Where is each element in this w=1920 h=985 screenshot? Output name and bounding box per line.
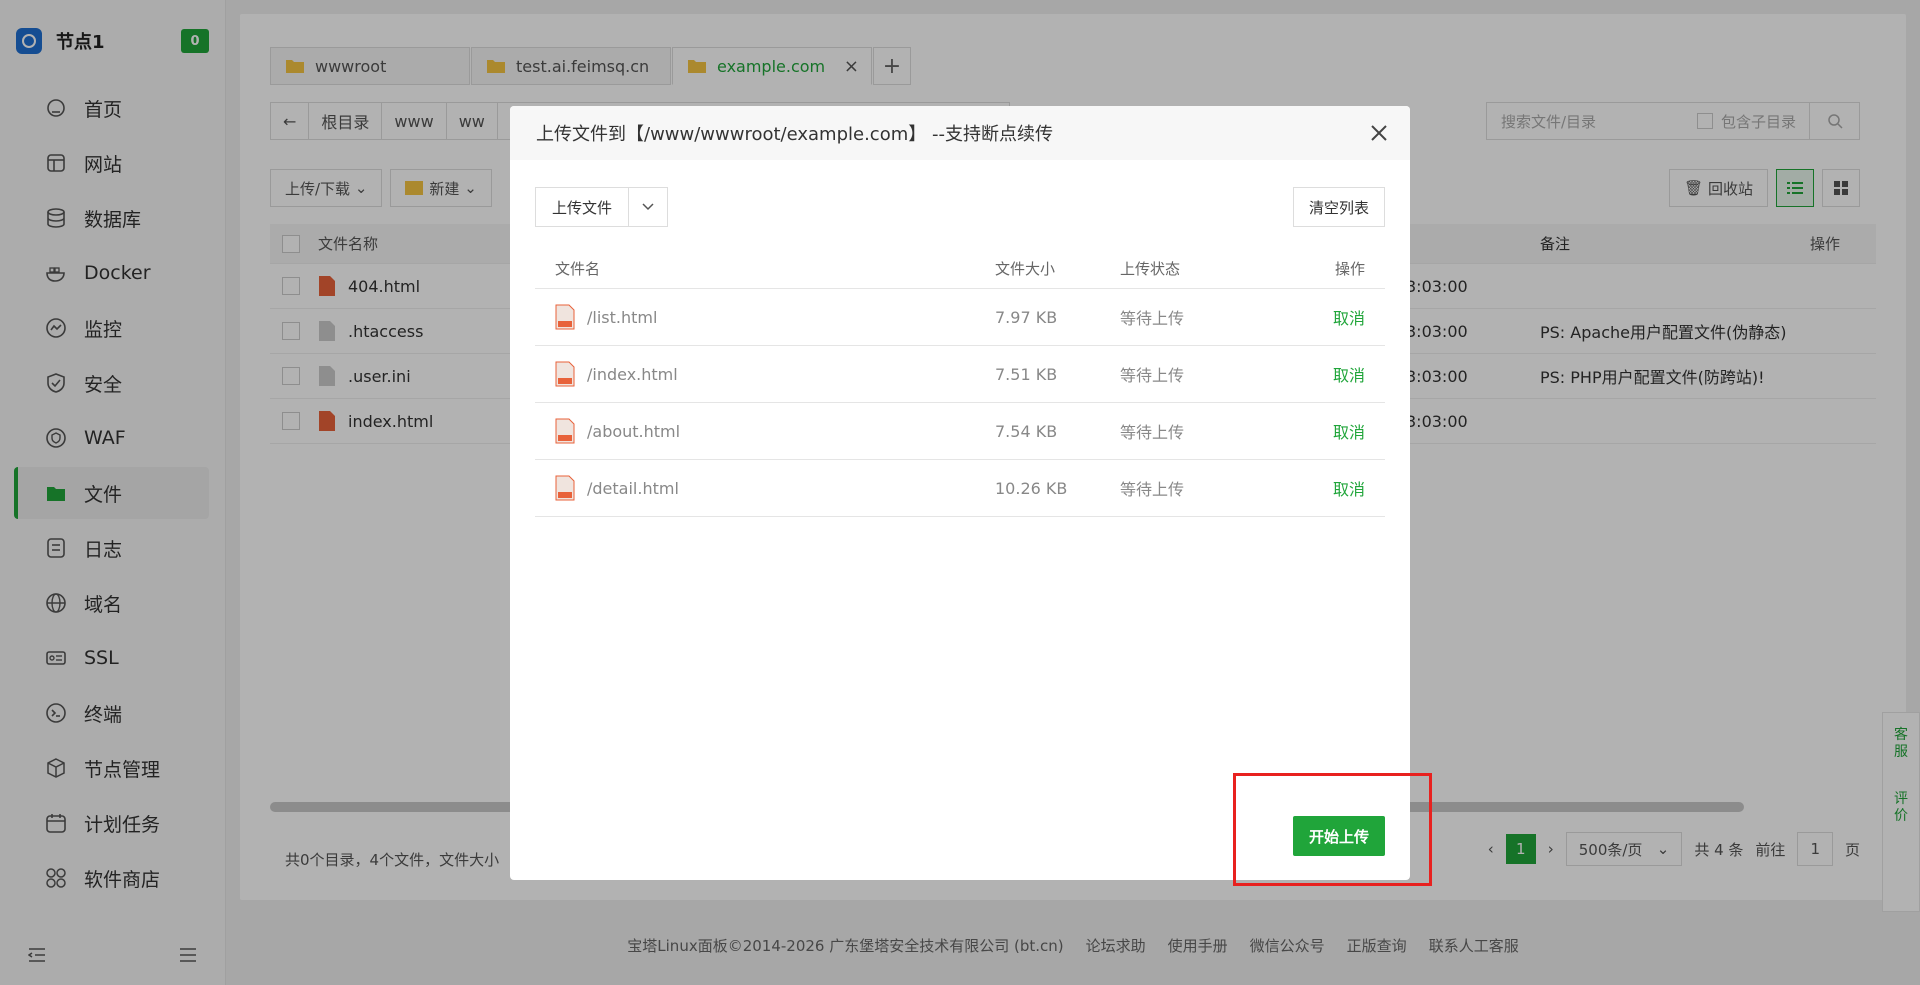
upload-table: 文件名 文件大小 上传状态 操作 /list.html 7.97 KB 等待上传… <box>535 248 1385 517</box>
upload-name-cell: /detail.html <box>535 475 995 501</box>
upload-table-header: 文件名 文件大小 上传状态 操作 <box>535 248 1385 289</box>
upload-file-name: /list.html <box>587 307 658 327</box>
chevron-down-icon <box>642 203 654 211</box>
html-file-icon <box>555 418 575 444</box>
col-upload-op: 操作 <box>1334 259 1365 278</box>
upload-name-cell: /index.html <box>535 361 995 387</box>
col-upload-name: 文件名 <box>555 259 601 278</box>
upload-file-size: 10.26 KB <box>995 478 1068 498</box>
upload-file-state: 等待上传 <box>1120 366 1185 385</box>
upload-dialog: 上传文件到【/www/wwwroot/example.com】 --支持断点续传… <box>510 106 1410 880</box>
upload-file-name: /about.html <box>587 421 681 441</box>
col-upload-state: 上传状态 <box>1120 259 1181 278</box>
upload-file-state: 等待上传 <box>1120 423 1185 442</box>
html-file-icon <box>555 361 575 387</box>
upload-file-size: 7.54 KB <box>995 421 1058 441</box>
upload-row: /index.html 7.51 KB 等待上传 取消 <box>535 346 1385 403</box>
cancel-upload-button[interactable]: 取消 <box>1280 362 1385 386</box>
html-file-icon <box>555 475 575 501</box>
highlight-box <box>1233 773 1432 886</box>
dialog-toolbar: 上传文件 清空列表 <box>535 187 1385 227</box>
dialog-header: 上传文件到【/www/wwwroot/example.com】 --支持断点续传 <box>510 106 1410 160</box>
upload-file-button[interactable]: 上传文件 <box>536 188 630 226</box>
upload-file-size: 7.51 KB <box>995 364 1058 384</box>
cancel-upload-button[interactable]: 取消 <box>1280 476 1385 500</box>
cancel-upload-button[interactable]: 取消 <box>1280 419 1385 443</box>
dialog-title: 上传文件到【/www/wwwroot/example.com】 --支持断点续传 <box>536 124 1053 145</box>
upload-file-state: 等待上传 <box>1120 309 1185 328</box>
upload-row: /list.html 7.97 KB 等待上传 取消 <box>535 289 1385 346</box>
upload-file-name: /index.html <box>587 364 678 384</box>
col-upload-size: 文件大小 <box>995 259 1056 278</box>
upload-name-cell: /list.html <box>535 304 995 330</box>
upload-row: /detail.html 10.26 KB 等待上传 取消 <box>535 460 1385 517</box>
upload-file-group: 上传文件 <box>535 187 669 227</box>
upload-file-name: /detail.html <box>587 478 679 498</box>
upload-file-state: 等待上传 <box>1120 480 1185 499</box>
clear-list-button[interactable]: 清空列表 <box>1292 187 1385 227</box>
close-icon[interactable] <box>1366 120 1392 146</box>
html-file-icon <box>555 304 575 330</box>
cancel-upload-button[interactable]: 取消 <box>1280 305 1385 329</box>
upload-dropdown-button[interactable] <box>629 188 667 226</box>
upload-name-cell: /about.html <box>535 418 995 444</box>
upload-row: /about.html 7.54 KB 等待上传 取消 <box>535 403 1385 460</box>
upload-file-size: 7.97 KB <box>995 307 1058 327</box>
